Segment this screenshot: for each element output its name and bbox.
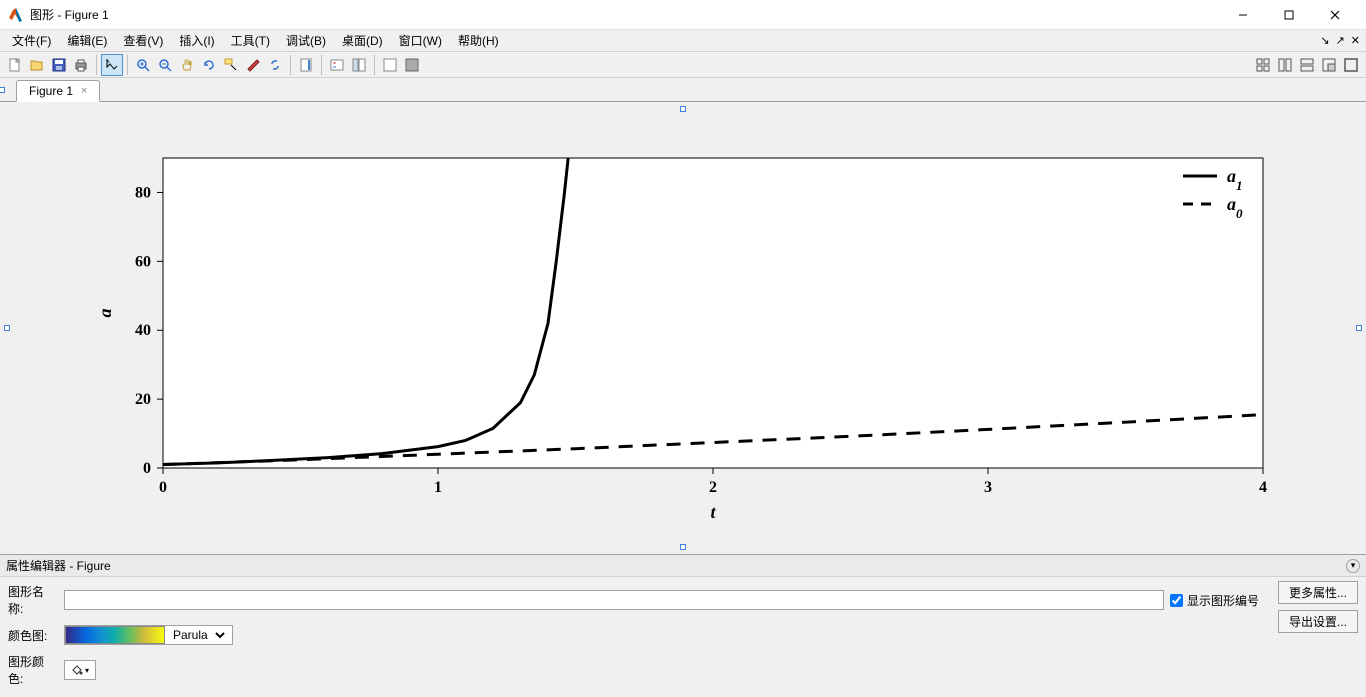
plot-browser-button[interactable]	[348, 54, 370, 76]
property-editor-header: 属性编辑器 - Figure ▾	[0, 555, 1366, 577]
insert-colorbar-button[interactable]	[295, 54, 317, 76]
svg-text:0: 0	[159, 479, 167, 496]
selection-handle-icon[interactable]	[0, 87, 5, 93]
close-button[interactable]	[1312, 0, 1358, 30]
svg-text:40: 40	[135, 322, 151, 339]
edit-plot-button[interactable]	[101, 54, 123, 76]
titlebar: 图形 - Figure 1	[0, 0, 1366, 30]
rotate-button[interactable]	[198, 54, 220, 76]
colormap-select[interactable]: Parula	[64, 625, 233, 645]
selection-handle-icon[interactable]	[680, 544, 686, 550]
menu-window[interactable]: 窗口(W)	[391, 30, 450, 51]
colormap-preview-icon	[65, 626, 165, 644]
save-button[interactable]	[48, 54, 70, 76]
menu-edit[interactable]: 编辑(E)	[59, 30, 115, 51]
figure-color-label: 图形颜色:	[8, 653, 58, 687]
zoom-in-button[interactable]	[132, 54, 154, 76]
menu-file[interactable]: 文件(F)	[4, 30, 59, 51]
svg-text:4: 4	[1259, 479, 1267, 496]
svg-text:a: a	[95, 309, 115, 318]
dock-close-icon[interactable]: ✕	[1349, 34, 1362, 47]
paint-bucket-icon	[71, 664, 83, 676]
figure-canvas[interactable]: 01234020406080taa1a0	[0, 102, 1366, 554]
maximize-button[interactable]	[1266, 0, 1312, 30]
layout-rows-button[interactable]	[1296, 54, 1318, 76]
tab-figure1[interactable]: Figure 1 ×	[16, 80, 100, 102]
link-data-button[interactable]	[264, 54, 286, 76]
colormap-dropdown[interactable]: Parula	[165, 626, 228, 644]
plot-axes[interactable]: 01234020406080taa1a0	[83, 128, 1283, 528]
matlab-app-icon	[8, 7, 24, 23]
menu-insert[interactable]: 插入(I)	[171, 30, 222, 51]
property-editor-title: 属性编辑器 - Figure	[6, 557, 111, 574]
menu-tools[interactable]: 工具(T)	[223, 30, 278, 51]
chevron-down-icon: ▾	[85, 666, 89, 675]
property-editor: 属性编辑器 - Figure ▾ 图形名称: 显示图形编号 颜色图: Parul…	[0, 554, 1366, 697]
tab-label: Figure 1	[29, 84, 73, 98]
layout-maximize-button[interactable]	[1340, 54, 1362, 76]
tab-close-icon[interactable]: ×	[81, 85, 87, 97]
hide-plot-tools-button[interactable]	[379, 54, 401, 76]
figure-color-button[interactable]: ▾	[64, 660, 96, 680]
figure-name-input[interactable]	[64, 590, 1164, 610]
selection-handle-icon[interactable]	[680, 106, 686, 112]
data-cursor-button[interactable]	[220, 54, 242, 76]
zoom-out-button[interactable]	[154, 54, 176, 76]
selection-handle-icon[interactable]	[4, 325, 10, 331]
svg-text:0: 0	[143, 460, 151, 477]
minimize-button[interactable]	[1220, 0, 1266, 30]
svg-text:2: 2	[709, 479, 717, 496]
open-button[interactable]	[26, 54, 48, 76]
menubar-dock-controls: ↘ ↗ ✕	[1318, 34, 1362, 47]
brush-button[interactable]	[242, 54, 264, 76]
svg-text:3: 3	[984, 479, 992, 496]
colormap-label: 颜色图:	[8, 627, 58, 644]
layout-columns-button[interactable]	[1274, 54, 1296, 76]
menu-debug[interactable]: 调试(B)	[278, 30, 334, 51]
show-figure-number-input[interactable]	[1170, 594, 1183, 607]
toolbar-layout-controls	[1252, 54, 1362, 76]
undock-icon[interactable]: ↘	[1318, 34, 1331, 47]
selection-handle-icon[interactable]	[1356, 325, 1362, 331]
window-title: 图形 - Figure 1	[30, 6, 1220, 23]
figure-name-label: 图形名称:	[8, 583, 58, 617]
toolbar	[0, 52, 1366, 78]
pan-button[interactable]	[176, 54, 198, 76]
new-figure-button[interactable]	[4, 54, 26, 76]
layout-grid-button[interactable]	[1252, 54, 1274, 76]
svg-text:t: t	[710, 502, 716, 522]
tabbar: Figure 1 ×	[0, 78, 1366, 102]
menu-view[interactable]: 查看(V)	[115, 30, 171, 51]
show-figure-number-checkbox[interactable]: 显示图形编号	[1170, 592, 1259, 609]
menu-help[interactable]: 帮助(H)	[450, 30, 507, 51]
property-editor-expand-button[interactable]: ▾	[1346, 559, 1360, 573]
menubar: 文件(F) 编辑(E) 查看(V) 插入(I) 工具(T) 调试(B) 桌面(D…	[0, 30, 1366, 52]
show-figure-number-label: 显示图形编号	[1187, 592, 1259, 609]
export-settings-button[interactable]: 导出设置...	[1278, 610, 1358, 633]
layout-dock-button[interactable]	[1318, 54, 1340, 76]
svg-text:80: 80	[135, 184, 151, 201]
window-controls	[1220, 0, 1358, 30]
svg-text:60: 60	[135, 253, 151, 270]
dock-icon[interactable]: ↗	[1334, 34, 1347, 47]
show-plot-tools-button[interactable]	[401, 54, 423, 76]
svg-text:1: 1	[434, 479, 442, 496]
insert-legend-button[interactable]	[326, 54, 348, 76]
svg-text:20: 20	[135, 391, 151, 408]
menu-desktop[interactable]: 桌面(D)	[334, 30, 391, 51]
print-button[interactable]	[70, 54, 92, 76]
more-properties-button[interactable]: 更多属性...	[1278, 581, 1358, 604]
